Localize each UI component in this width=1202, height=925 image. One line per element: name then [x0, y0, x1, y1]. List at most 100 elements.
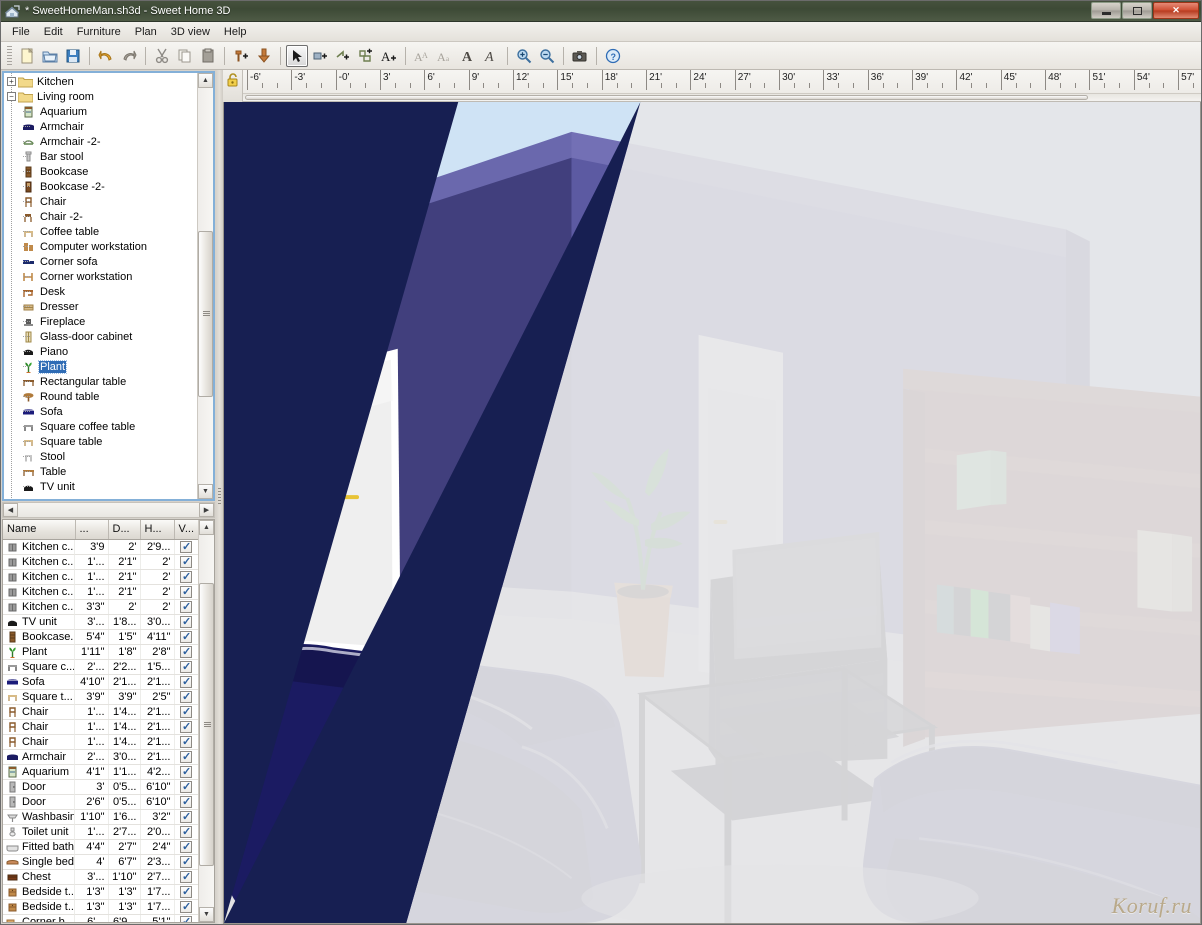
furniture-row-width[interactable]: 3'9 [75, 539, 108, 555]
furniture-row-depth[interactable]: 2' [108, 539, 140, 555]
furniture-table-row[interactable]: Single bed4'6'7"2'3... [3, 855, 198, 870]
furniture-row-depth[interactable]: 2'1... [108, 675, 140, 690]
checkmark-icon[interactable] [180, 901, 192, 913]
checkmark-icon[interactable] [180, 751, 192, 763]
furniture-row-name-cell[interactable]: Door [3, 795, 75, 810]
furniture-row-depth[interactable]: 0'5... [108, 795, 140, 810]
increase-text-size-button[interactable]: AA [411, 45, 433, 67]
furniture-row-depth[interactable]: 1'4... [108, 735, 140, 750]
catalog-hscroll-left-arrow[interactable]: ◀ [3, 503, 18, 517]
furniture-row-name-cell[interactable]: Washbasin [3, 810, 75, 825]
catalog-item-piano[interactable]: Piano [4, 344, 197, 359]
furniture-table-row[interactable]: Square c...2'...2'2...1'5... [3, 660, 198, 675]
furniture-table-row[interactable]: Door2'6"0'5...6'10" [3, 795, 198, 810]
checkmark-icon[interactable] [180, 916, 192, 922]
furniture-row-depth[interactable]: 2'2... [108, 660, 140, 675]
furniture-row-depth[interactable]: 3'0... [108, 750, 140, 765]
furniture-row-width[interactable]: 1'... [75, 705, 108, 720]
furniture-row-visible-checkbox[interactable] [174, 840, 198, 855]
menu-edit[interactable]: Edit [37, 24, 70, 40]
catalog-item-bookcase[interactable]: Bookcase [4, 164, 197, 179]
catalog-item-armchair[interactable]: Armchair [4, 119, 197, 134]
furniture-row-width[interactable]: 4' [75, 855, 108, 870]
furniture-row-depth[interactable]: 0'5... [108, 780, 140, 795]
decrease-text-size-button[interactable]: Aa [434, 45, 456, 67]
furniture-table[interactable]: Name ... D... H... V... Kitchen c...3'92… [3, 520, 198, 922]
furniture-row-width[interactable]: 5'4" [75, 630, 108, 645]
checkmark-icon[interactable] [180, 841, 192, 853]
furniture-row-name-cell[interactable]: Kitchen c... [3, 570, 75, 585]
furniture-row-depth[interactable]: 1'4... [108, 705, 140, 720]
furniture-catalog-tree[interactable]: +Kitchen−Living roomAquariumArmchairArmc… [4, 73, 197, 499]
toolbar-grip[interactable] [7, 46, 12, 66]
furniture-row-depth[interactable]: 1'3" [108, 900, 140, 915]
furniture-row-name-cell[interactable]: Single bed [3, 855, 75, 870]
furniture-row-height[interactable]: 2'1... [140, 675, 174, 690]
checkmark-icon[interactable] [180, 616, 192, 628]
catalog-item-tv-unit[interactable]: TV unit [4, 479, 197, 494]
checkmark-icon[interactable] [180, 736, 192, 748]
furniture-row-depth[interactable]: 1'4... [108, 720, 140, 735]
menu-file[interactable]: File [5, 24, 37, 40]
furniture-table-row[interactable]: Square t...3'9"3'9"2'5" [3, 690, 198, 705]
furniture-row-name-cell[interactable]: Plant [3, 645, 75, 660]
catalog-item-chair[interactable]: Chair [4, 194, 197, 209]
catalog-item-rectangular-table[interactable]: Rectangular table [4, 374, 197, 389]
paste-button[interactable] [197, 45, 219, 67]
redo-button[interactable] [118, 45, 140, 67]
create-photo-button[interactable] [569, 45, 591, 67]
checkmark-icon[interactable] [180, 856, 192, 868]
catalog-item-plant[interactable]: Plant [4, 359, 197, 374]
furniture-row-name-cell[interactable]: Aquarium [3, 765, 75, 780]
furniture-row-visible-checkbox[interactable] [174, 585, 198, 600]
furniture-row-visible-checkbox[interactable] [174, 870, 198, 885]
furniture-row-visible-checkbox[interactable] [174, 735, 198, 750]
furniture-table-row[interactable]: Bookcase...5'4"1'5"4'11" [3, 630, 198, 645]
plan-hscroll-thumb[interactable] [245, 95, 1088, 100]
furniture-row-depth[interactable]: 1'3" [108, 885, 140, 900]
catalog-item-aquarium[interactable]: Aquarium [4, 104, 197, 119]
catalog-hscroll-track[interactable] [18, 503, 199, 517]
furniture-row-height[interactable]: 2'4" [140, 840, 174, 855]
furniture-row-height[interactable]: 3'2" [140, 810, 174, 825]
furniture-row-name-cell[interactable]: Fitted bath [3, 840, 75, 855]
furniture-row-visible-checkbox[interactable] [174, 750, 198, 765]
furniture-table-row[interactable]: Aquarium4'1"1'1...4'2... [3, 765, 198, 780]
furniture-table-row[interactable]: Bedside t...1'3"1'3"1'7... [3, 885, 198, 900]
add-text-button[interactable]: A [378, 45, 400, 67]
catalog-category-kitchen[interactable]: +Kitchen [4, 74, 197, 89]
catalog-scroll-thumb[interactable] [198, 231, 213, 397]
plan-ruler[interactable]: -6'-3'-0'3'6'9'12'15'18'21'24'27'30'33'3… [243, 70, 1201, 102]
catalog-hscroll-right-arrow[interactable]: ▶ [199, 503, 214, 517]
cut-button[interactable] [151, 45, 173, 67]
furniture-vertical-scrollbar[interactable]: ▲ ▼ [198, 520, 214, 922]
checkmark-icon[interactable] [180, 556, 192, 568]
zoom-in-button[interactable] [513, 45, 535, 67]
zoom-out-button[interactable] [536, 45, 558, 67]
checkmark-icon[interactable] [180, 871, 192, 883]
furniture-row-width[interactable]: 3' [75, 780, 108, 795]
catalog-horizontal-scrollbar[interactable]: ◀ ▶ [2, 502, 215, 518]
furniture-row-depth[interactable]: 6'7" [108, 855, 140, 870]
column-header-depth[interactable]: D... [108, 520, 140, 539]
furniture-table-row[interactable]: Toilet unit1'...2'7...2'0... [3, 825, 198, 840]
checkmark-icon[interactable] [180, 706, 192, 718]
furniture-table-row[interactable]: TV unit3'...1'8...3'0... [3, 615, 198, 630]
expand-toggle-icon[interactable]: + [7, 77, 16, 86]
furniture-row-name-cell[interactable]: Kitchen c... [3, 600, 75, 615]
furniture-row-width[interactable]: 3'... [75, 615, 108, 630]
furniture-row-width[interactable]: 1'3" [75, 900, 108, 915]
catalog-item-fireplace[interactable]: Fireplace [4, 314, 197, 329]
checkmark-icon[interactable] [180, 646, 192, 658]
furniture-row-name-cell[interactable]: Bedside t... [3, 885, 75, 900]
furniture-table-row[interactable]: Bedside t...1'3"1'3"1'7... [3, 900, 198, 915]
furniture-row-visible-checkbox[interactable] [174, 810, 198, 825]
furniture-row-height[interactable]: 2'1... [140, 705, 174, 720]
furniture-row-height[interactable]: 2'0... [140, 825, 174, 840]
furniture-row-height[interactable]: 2'1... [140, 735, 174, 750]
furniture-row-width[interactable]: 1'... [75, 720, 108, 735]
home-3d-view[interactable]: Koruf.ru [223, 102, 1201, 924]
catalog-item-bar-stool[interactable]: Bar stool [4, 149, 197, 164]
furniture-row-width[interactable]: 1'10" [75, 810, 108, 825]
furniture-row-name-cell[interactable]: Chair [3, 720, 75, 735]
